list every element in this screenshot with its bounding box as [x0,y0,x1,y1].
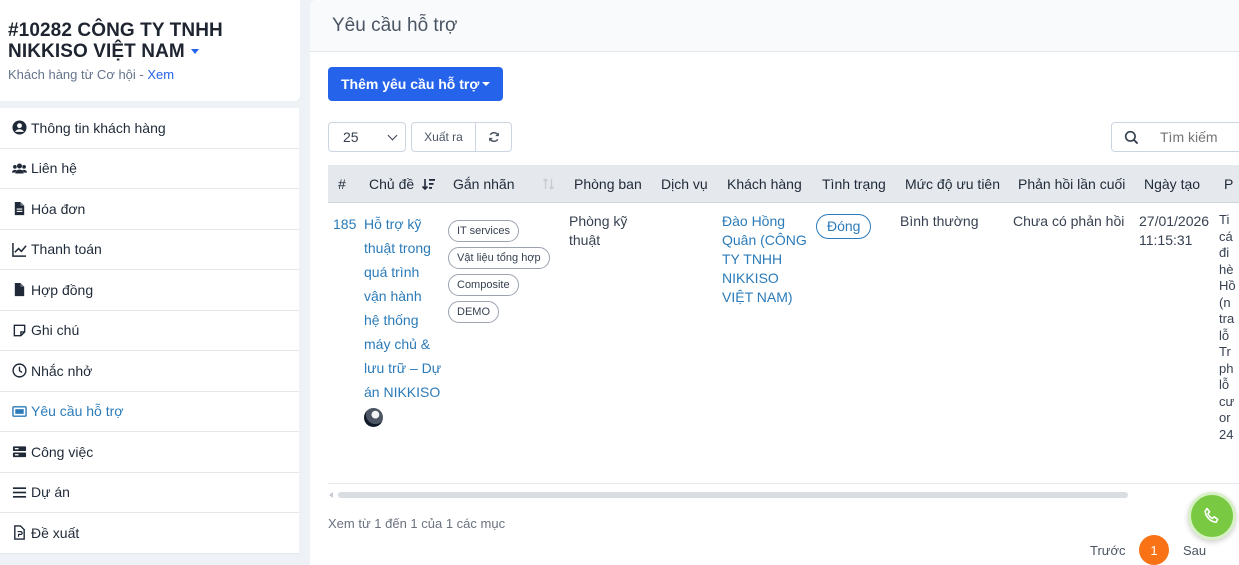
file-icon [12,525,31,541]
add-ticket-button[interactable]: Thêm yêu cầu hỗ trợ [328,67,504,101]
sidebar-item-invoices[interactable]: Hóa đơn [0,189,299,230]
tag-badge[interactable]: DEMO [448,301,499,323]
sidebar-item-customer-info[interactable]: Thông tin khách hàng [0,108,299,149]
table-row: 185 Hỗ trợ kỹ thuật trong quá trình vận … [328,204,1239,484]
table-info: Xem từ 1 đến 1 của 1 các mục [328,516,506,531]
refresh-button[interactable] [475,122,512,152]
search-button[interactable] [1111,122,1151,152]
customer-card: #10282 CÔNG TY TNHH NIKKISO VIỆT NAM Khá… [0,0,300,101]
pagination-next[interactable]: Sau [1183,543,1206,558]
chevron-down-icon[interactable] [190,49,199,55]
ticket-created: 27/01/2026 11:15:31 [1139,213,1210,248]
bars-icon [12,484,31,500]
horizontal-scrollbar[interactable] [338,492,1128,498]
ticket-department: Phòng kỹ thuật [569,213,628,248]
sidebar-item-proposals[interactable]: Đề xuất [0,513,299,554]
chevron-down-icon [482,82,491,86]
sort-desc-icon[interactable] [422,178,435,191]
col-header-overflow[interactable]: P [1224,165,1233,203]
sidebar-item-contracts[interactable]: Hợp đồng [0,270,299,311]
file-icon [12,282,31,298]
scroll-left-icon[interactable] [329,492,333,498]
sidebar-item-payments[interactable]: Thanh toán [0,230,299,270]
pagination-prev[interactable]: Trước [1090,543,1126,558]
tag-badge[interactable]: IT services [448,220,519,242]
search-icon [1124,130,1138,144]
main-panel: Yêu cầu hỗ trợ Thêm yêu cầu hỗ trợ 25 Xu… [310,0,1239,565]
ticket-last-reply: Chưa có phản hồi [1013,213,1125,229]
search-input[interactable] [1150,122,1239,152]
status-badge[interactable]: Đóng [816,214,872,239]
ticket-overflow-column: Ti cá đi hè Hồ (n tra lỗ Tr ph lỗ cư or … [1219,212,1236,442]
refresh-icon [488,132,499,142]
col-header-last-reply[interactable]: Phản hồi lần cuối [1018,165,1125,203]
col-header-id[interactable]: # [338,165,346,203]
ticket-icon [12,403,31,419]
customer-source: Khách hàng từ Cơ hội - Xem [8,67,175,82]
ticket-customer-link[interactable]: Đào Hồng Quân (CÔNG TY TNHH NIKKISO VIỆT… [722,212,807,307]
col-header-department[interactable]: Phòng ban [574,165,642,203]
col-header-created[interactable]: Ngày tạo [1144,165,1200,203]
pagination-current[interactable]: 1 [1139,535,1169,565]
col-header-priority[interactable]: Mức độ ưu tiên [905,165,1000,203]
chevron-down-icon [387,130,398,141]
sidebar-item-notes[interactable]: Ghi chú [0,311,299,351]
page-title: Yêu cầu hỗ trợ [310,0,1239,52]
tag-badge[interactable]: Composite [448,274,519,296]
ticket-id-link[interactable]: 185 [333,212,356,236]
avatar[interactable] [364,408,383,427]
tag-badge[interactable]: Vật liệu tổng hợp [448,247,550,269]
user-circle-icon [12,120,31,136]
sidebar-item-reminders[interactable]: Nhắc nhở [0,351,299,392]
sidebar-item-tasks[interactable]: Công việc [0,432,299,473]
sidebar-item-support-tickets[interactable]: Yêu cầu hỗ trợ [0,392,299,432]
col-header-subject[interactable]: Chủ đề [369,165,414,203]
note-icon [12,322,31,338]
col-header-tags[interactable]: Gắn nhãn [453,165,515,203]
sidebar-item-contacts[interactable]: Liên hệ [0,149,299,189]
call-button[interactable] [1188,492,1236,540]
col-header-customer[interactable]: Khách hàng [727,165,802,203]
table-header: # Chủ đề Gắn nhãn Phòng ban Dịch vụ Khác… [328,165,1239,203]
ticket-tags: IT services Vật liệu tổng hợp Composite … [448,220,550,328]
phone-icon [1204,507,1219,523]
sort-icon[interactable] [542,178,555,191]
ticket-subject-link[interactable]: Hỗ trợ kỹ thuật trong quá trình vận hành… [364,212,441,427]
col-header-service[interactable]: Dịch vụ [661,165,708,203]
export-button[interactable]: Xuất ra [411,122,476,152]
chart-line-icon [12,241,31,257]
view-link[interactable]: Xem [147,67,174,82]
tasks-icon [12,444,31,460]
page-size-select[interactable]: 25 [328,122,406,152]
users-icon [12,160,31,176]
ticket-priority: Bình thường [900,213,979,229]
customer-sidebar: Thông tin khách hàng Liên hệ Hóa đơn Tha… [0,108,299,554]
customer-name[interactable]: #10282 CÔNG TY TNHH NIKKISO VIỆT NAM [8,20,292,62]
col-header-status[interactable]: Tình trạng [822,165,886,203]
file-icon [12,201,31,217]
sidebar-item-projects[interactable]: Dự án [0,473,299,513]
ticket-status: Đóng [816,214,872,239]
clock-icon [12,363,31,379]
